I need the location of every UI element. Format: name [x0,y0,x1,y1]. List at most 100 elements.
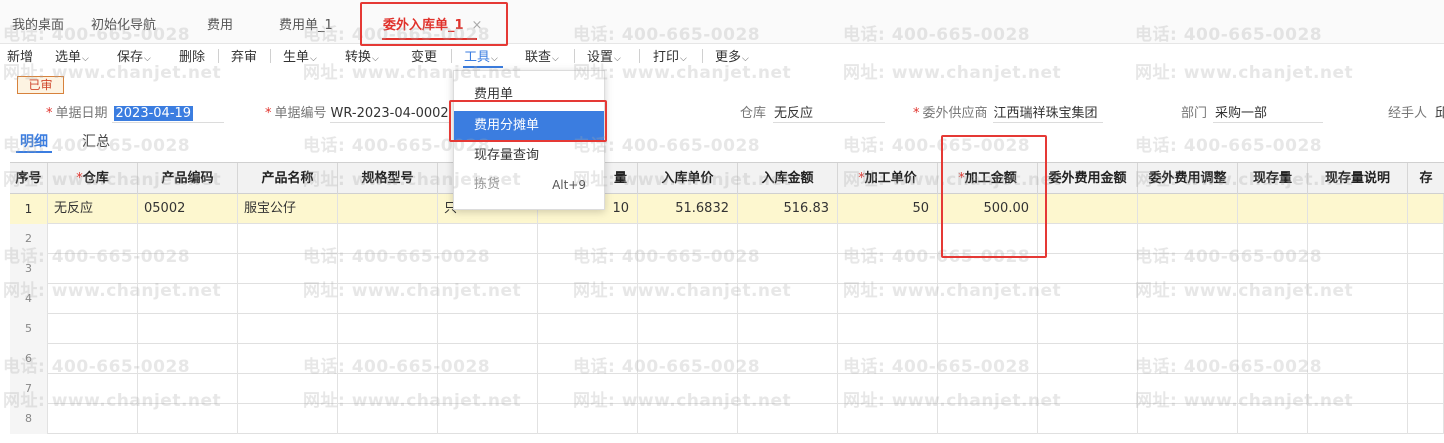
stock-cell[interactable] [1238,284,1308,314]
save-menu[interactable]: 保存⌵ [117,46,151,65]
outsource-fee-cell[interactable] [1038,254,1138,284]
outsource-fee-cell[interactable] [1038,224,1138,254]
outsource-fee-adjust-cell[interactable] [1138,224,1238,254]
in-amount-cell[interactable] [738,254,838,284]
new-button[interactable]: 新增 [7,46,33,65]
partial-cell[interactable] [1408,254,1444,284]
stock-note-cell[interactable] [1308,314,1408,344]
tab-summary[interactable]: 汇总 [82,131,110,151]
processing-amount-cell[interactable] [938,404,1038,434]
stock-note-cell[interactable] [1308,194,1408,224]
delete-button[interactable]: 删除 [179,46,205,65]
in-price-cell[interactable] [638,314,738,344]
outsource-fee-cell[interactable] [1038,194,1138,224]
spec-cell[interactable] [338,254,438,284]
stock-cell[interactable] [1238,344,1308,374]
unit-cell[interactable] [438,254,538,284]
close-icon[interactable]: × [472,18,483,33]
processing-amount-cell[interactable] [938,224,1038,254]
quantity-cell[interactable] [538,314,638,344]
in-price-cell[interactable] [638,284,738,314]
in-amount-cell[interactable]: 516.83 [738,194,838,224]
column-header-product-name[interactable]: 产品名称 [238,163,338,194]
processing-price-cell[interactable] [838,284,938,314]
processing-amount-cell[interactable] [938,314,1038,344]
stock-note-cell[interactable] [1308,254,1408,284]
spec-cell[interactable] [338,374,438,404]
column-header-stock[interactable]: 现存量 [1238,163,1308,194]
product-code-cell[interactable] [138,374,238,404]
convert-menu[interactable]: 转换⌵ [345,46,379,65]
column-header-processing-price[interactable]: *加工单价 [838,163,938,194]
product-code-cell[interactable] [138,314,238,344]
product-code-cell[interactable] [138,254,238,284]
stock-cell[interactable] [1238,374,1308,404]
table-row[interactable]: 1 无反应 05002 服宝公仔只 10 51.6832 516.83 50 500.00 [10,194,1444,224]
in-price-cell[interactable] [638,374,738,404]
table-row[interactable]: 6 [10,344,1444,374]
processing-price-cell[interactable] [838,374,938,404]
spec-cell[interactable] [338,284,438,314]
in-price-cell[interactable] [638,404,738,434]
processing-price-cell[interactable] [838,254,938,284]
table-row[interactable]: 7 [10,374,1444,404]
in-price-cell[interactable] [638,254,738,284]
spec-cell[interactable] [338,314,438,344]
column-header-product-code[interactable]: 产品编码 [138,163,238,194]
quantity-cell[interactable] [538,224,638,254]
warehouse-field[interactable]: 仓库 无反应 [740,102,813,122]
department-value[interactable]: 采购一部 [1215,106,1267,121]
product-code-cell[interactable] [138,224,238,254]
stock-note-cell[interactable] [1308,284,1408,314]
outsource-fee-adjust-cell[interactable] [1138,194,1238,224]
table-row[interactable]: 3 [10,254,1444,284]
column-header-outsource-fee[interactable]: 委外费用金额 [1038,163,1138,194]
table-row[interactable]: 2 [10,224,1444,254]
stock-cell[interactable] [1238,224,1308,254]
column-header-partial[interactable]: 存 [1408,163,1444,194]
unit-cell[interactable] [438,374,538,404]
tab-expense-bill[interactable]: 费用单_1 [279,14,333,34]
quantity-cell[interactable] [538,374,638,404]
outsource-fee-adjust-cell[interactable] [1138,374,1238,404]
link-query-menu[interactable]: 联查⌵ [525,46,559,65]
unit-cell[interactable] [438,314,538,344]
spec-cell[interactable] [338,344,438,374]
processing-amount-cell[interactable] [938,344,1038,374]
stock-note-cell[interactable] [1308,374,1408,404]
unit-cell[interactable] [438,344,538,374]
processing-price-cell[interactable] [838,314,938,344]
tab-detail[interactable]: 明细 [20,131,48,151]
product-name-cell[interactable] [238,374,338,404]
product-code-cell[interactable] [138,284,238,314]
partial-cell[interactable] [1408,224,1444,254]
product-code-cell[interactable] [138,344,238,374]
tab-expense[interactable]: 费用 [207,14,233,34]
product-name-cell[interactable] [238,344,338,374]
outsource-fee-cell[interactable] [1038,374,1138,404]
warehouse-value[interactable]: 无反应 [774,106,813,121]
bill-number-field[interactable]: * 单据编号 WR-2023-04-0002 [265,102,449,122]
processing-amount-cell[interactable]: 500.00 [938,194,1038,224]
warehouse-cell[interactable] [48,404,138,434]
spec-cell[interactable] [338,404,438,434]
bill-number-value[interactable]: WR-2023-04-0002 [331,106,449,121]
generate-bill-menu[interactable]: 生单⌵ [283,46,317,65]
spec-cell[interactable] [338,224,438,254]
partial-cell[interactable] [1408,284,1444,314]
processing-amount-cell[interactable] [938,284,1038,314]
supplier-field[interactable]: * 委外供应商 江西瑞祥珠宝集团 [913,102,1098,122]
warehouse-cell[interactable] [48,254,138,284]
processing-amount-cell[interactable] [938,374,1038,404]
spec-cell[interactable] [338,194,438,224]
product-name-cell[interactable] [238,284,338,314]
processing-price-cell[interactable] [838,224,938,254]
in-amount-cell[interactable] [738,314,838,344]
handler-field[interactable]: 经手人邱 [1388,102,1444,122]
date-value[interactable]: 2023-04-19 [113,106,194,121]
column-header-warehouse[interactable]: *仓库 [48,163,138,194]
partial-cell[interactable] [1408,344,1444,374]
in-amount-cell[interactable] [738,374,838,404]
column-header-in-price[interactable]: 入库单价 [638,163,738,194]
tab-outsourcing-receipt[interactable]: 委外入库单_1 × [383,14,482,34]
